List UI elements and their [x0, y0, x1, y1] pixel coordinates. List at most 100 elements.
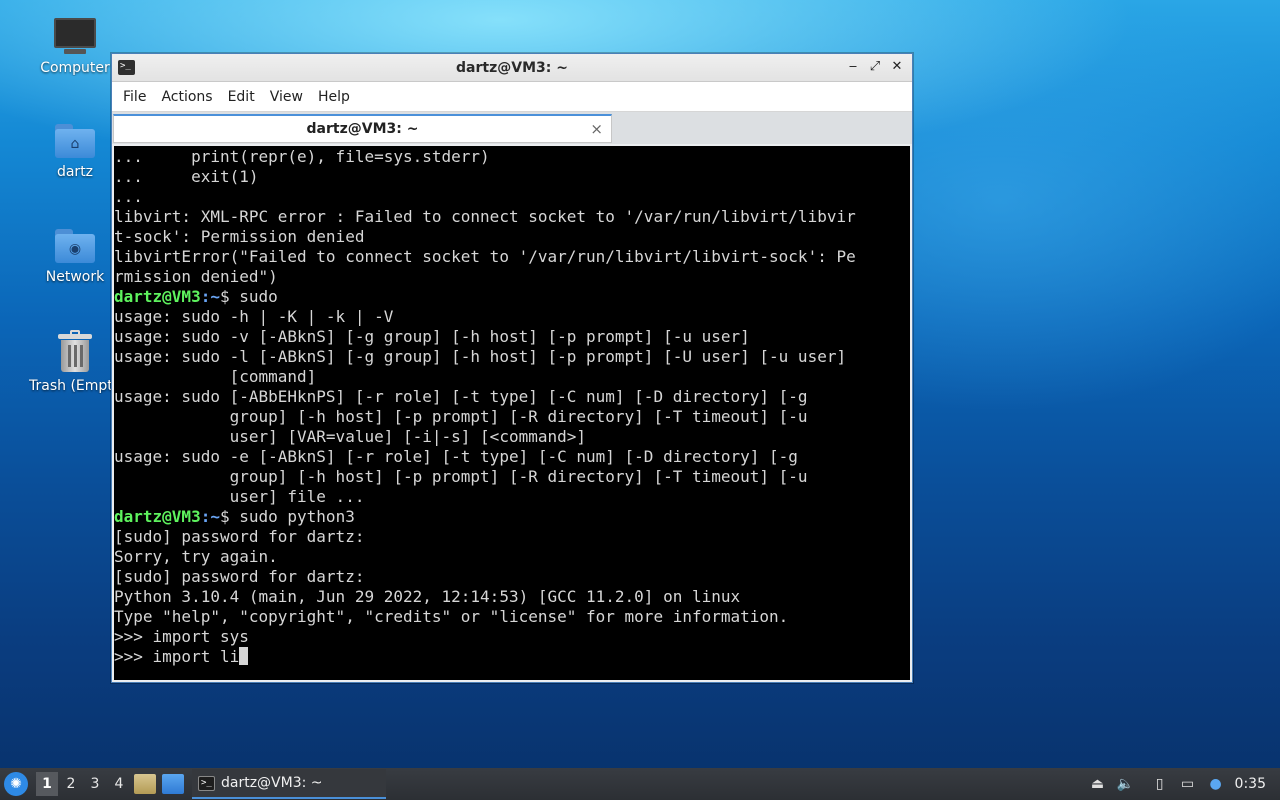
clock[interactable]: 0:35: [1235, 776, 1266, 792]
terminal-line-text: [sudo] password for dartz:: [114, 527, 365, 546]
maximize-button[interactable]: ⤢: [866, 57, 884, 77]
terminal-line-text: group] [-h host] [-p prompt] [-R directo…: [114, 407, 808, 426]
terminal-line-text: rmission denied"): [114, 267, 278, 286]
terminal-line-text: libvirtError("Failed to connect socket t…: [114, 247, 856, 266]
terminal-line-text: ... exit(1): [114, 167, 259, 186]
file-manager-icon[interactable]: [134, 774, 156, 794]
menubar: File Actions Edit View Help: [112, 82, 912, 112]
terminal-icon: >_: [198, 775, 215, 791]
task-label: dartz@VM3: ~: [221, 775, 323, 791]
terminal-line: rmission denied"): [114, 267, 910, 287]
workspace-3[interactable]: 3: [84, 772, 106, 796]
terminal-line-text: Sorry, try again.: [114, 547, 278, 566]
window-title: dartz@VM3: ~: [456, 59, 568, 76]
network-icon[interactable]: ▭: [1179, 775, 1197, 793]
window-titlebar[interactable]: >_ dartz@VM3: ~ ‒ ⤢ ✕: [112, 54, 912, 82]
desktop-icon-trash[interactable]: Trash (Empty): [25, 330, 125, 394]
menu-help[interactable]: Help: [311, 82, 357, 112]
terminal-line: group] [-h host] [-p prompt] [-R directo…: [114, 407, 910, 427]
desktop-icon-network[interactable]: ◉ Network: [25, 229, 125, 285]
terminal-line: group] [-h host] [-p prompt] [-R directo…: [114, 467, 910, 487]
menu-actions[interactable]: Actions: [154, 82, 219, 112]
terminal-window: >_ dartz@VM3: ~ ‒ ⤢ ✕ File Actions Edit …: [111, 53, 913, 683]
terminal-line-text: user] file ...: [114, 487, 365, 506]
show-desktop-icon[interactable]: [162, 774, 184, 794]
prompt-user: dartz@VM3: [114, 507, 201, 526]
terminal-line: ... exit(1): [114, 167, 910, 187]
close-button[interactable]: ✕: [888, 57, 906, 77]
terminal-line: libvirt: XML-RPC error : Failed to conne…: [114, 207, 910, 227]
terminal-line-text: $ sudo: [219, 287, 278, 306]
eject-icon[interactable]: ⏏: [1089, 775, 1107, 793]
terminal-line: Sorry, try again.: [114, 547, 910, 567]
menu-file[interactable]: File: [116, 82, 153, 112]
desktop-icon-label: Network: [45, 269, 105, 285]
terminal-tab[interactable]: dartz@VM3: ~ ×: [113, 114, 612, 143]
tab-close-icon[interactable]: ×: [590, 120, 603, 138]
desktop-icon-label: dartz: [56, 164, 94, 180]
terminal-line-text: ...: [114, 187, 143, 206]
terminal-line-text: usage: sudo [-ABbEHknPS] [-r role] [-t t…: [114, 387, 808, 406]
menu-edit[interactable]: Edit: [221, 82, 262, 112]
terminal-line-text: [command]: [114, 367, 317, 386]
terminal-line-text: ... print(repr(e), file=sys.stderr): [114, 147, 490, 166]
desktop-icon-computer[interactable]: Computer: [25, 18, 125, 76]
terminal-line: [sudo] password for dartz:: [114, 527, 910, 547]
prompt-user: dartz@VM3: [114, 287, 201, 306]
terminal-line: usage: sudo -l [-ABknS] [-g group] [-h h…: [114, 347, 910, 367]
terminal-line-text: >>> import li: [114, 647, 240, 666]
terminal-line-text: usage: sudo -l [-ABknS] [-g group] [-h h…: [114, 347, 847, 366]
terminal-line-text: [sudo] password for dartz:: [114, 567, 365, 586]
start-menu-icon[interactable]: ✺: [4, 772, 28, 796]
taskbar: ✺ 1 2 3 4 >_ dartz@VM3: ~ ⏏ 🔈 ▯ ▭ ● 0:35: [0, 768, 1280, 800]
terminal-line: Type "help", "copyright", "credits" or "…: [114, 607, 910, 627]
notification-icon[interactable]: ●: [1207, 775, 1225, 793]
terminal-line: >>> import sys: [114, 627, 910, 647]
terminal-line-text: >>> import sys: [114, 627, 249, 646]
terminal-line-text: group] [-h host] [-p prompt] [-R directo…: [114, 467, 808, 486]
terminal-line-text: libvirt: XML-RPC error : Failed to conne…: [114, 207, 856, 226]
volume-icon[interactable]: 🔈: [1117, 775, 1135, 793]
desktop-icon-home[interactable]: ⌂ dartz: [25, 124, 125, 180]
terminal-line: usage: sudo -h | -K | -k | -V: [114, 307, 910, 327]
terminal-line-text: $ sudo python3: [219, 507, 355, 526]
taskbar-task-terminal[interactable]: >_ dartz@VM3: ~: [192, 769, 386, 799]
desktop-icon-label: Computer: [40, 60, 110, 76]
terminal-line-text: usage: sudo -v [-ABknS] [-g group] [-h h…: [114, 327, 750, 346]
terminal-line: Python 3.10.4 (main, Jun 29 2022, 12:14:…: [114, 587, 910, 607]
terminal-line: [sudo] password for dartz:: [114, 567, 910, 587]
terminal-line: dartz@VM3:~$ sudo: [114, 287, 910, 307]
clipboard-icon[interactable]: ▯: [1151, 775, 1169, 793]
terminal-line: dartz@VM3:~$ sudo python3: [114, 507, 910, 527]
workspace-4[interactable]: 4: [108, 772, 130, 796]
terminal-line-text: Type "help", "copyright", "credits" or "…: [114, 607, 789, 626]
prompt-path: :~: [200, 287, 220, 306]
tab-label: dartz@VM3: ~: [306, 121, 419, 137]
terminal-line-text: usage: sudo -h | -K | -k | -V: [114, 307, 394, 326]
terminal-line: >>> import li: [114, 647, 910, 667]
home-folder-icon: ⌂: [55, 124, 95, 158]
terminal-line: usage: sudo [-ABbEHknPS] [-r role] [-t t…: [114, 387, 910, 407]
workspace-1[interactable]: 1: [36, 772, 58, 796]
tab-bar: dartz@VM3: ~ ×: [112, 112, 912, 144]
terminal-line-text: Python 3.10.4 (main, Jun 29 2022, 12:14:…: [114, 587, 741, 606]
terminal-line: [command]: [114, 367, 910, 387]
terminal-line-text: user] [VAR=value] [-i|-s] [<command>]: [114, 427, 587, 446]
desktop-icon-label: Trash (Empty): [29, 378, 113, 394]
workspace-2[interactable]: 2: [60, 772, 82, 796]
terminal-line: user] [VAR=value] [-i|-s] [<command>]: [114, 427, 910, 447]
terminal-line-text: t-sock': Permission denied: [114, 227, 365, 246]
terminal-app-icon[interactable]: >_: [118, 60, 135, 75]
menu-view[interactable]: View: [263, 82, 310, 112]
terminal-line: usage: sudo -e [-ABknS] [-r role] [-t ty…: [114, 447, 910, 467]
terminal-line: usage: sudo -v [-ABknS] [-g group] [-h h…: [114, 327, 910, 347]
text-cursor: [239, 647, 249, 665]
terminal-output[interactable]: ... print(repr(e), file=sys.stderr)... e…: [114, 146, 910, 680]
minimize-button[interactable]: ‒: [844, 57, 862, 77]
terminal-line: libvirtError("Failed to connect socket t…: [114, 247, 910, 267]
terminal-line: user] file ...: [114, 487, 910, 507]
terminal-line: ...: [114, 187, 910, 207]
computer-icon: [54, 18, 96, 54]
trash-icon: [58, 330, 92, 372]
terminal-line-text: usage: sudo -e [-ABknS] [-r role] [-t ty…: [114, 447, 798, 466]
